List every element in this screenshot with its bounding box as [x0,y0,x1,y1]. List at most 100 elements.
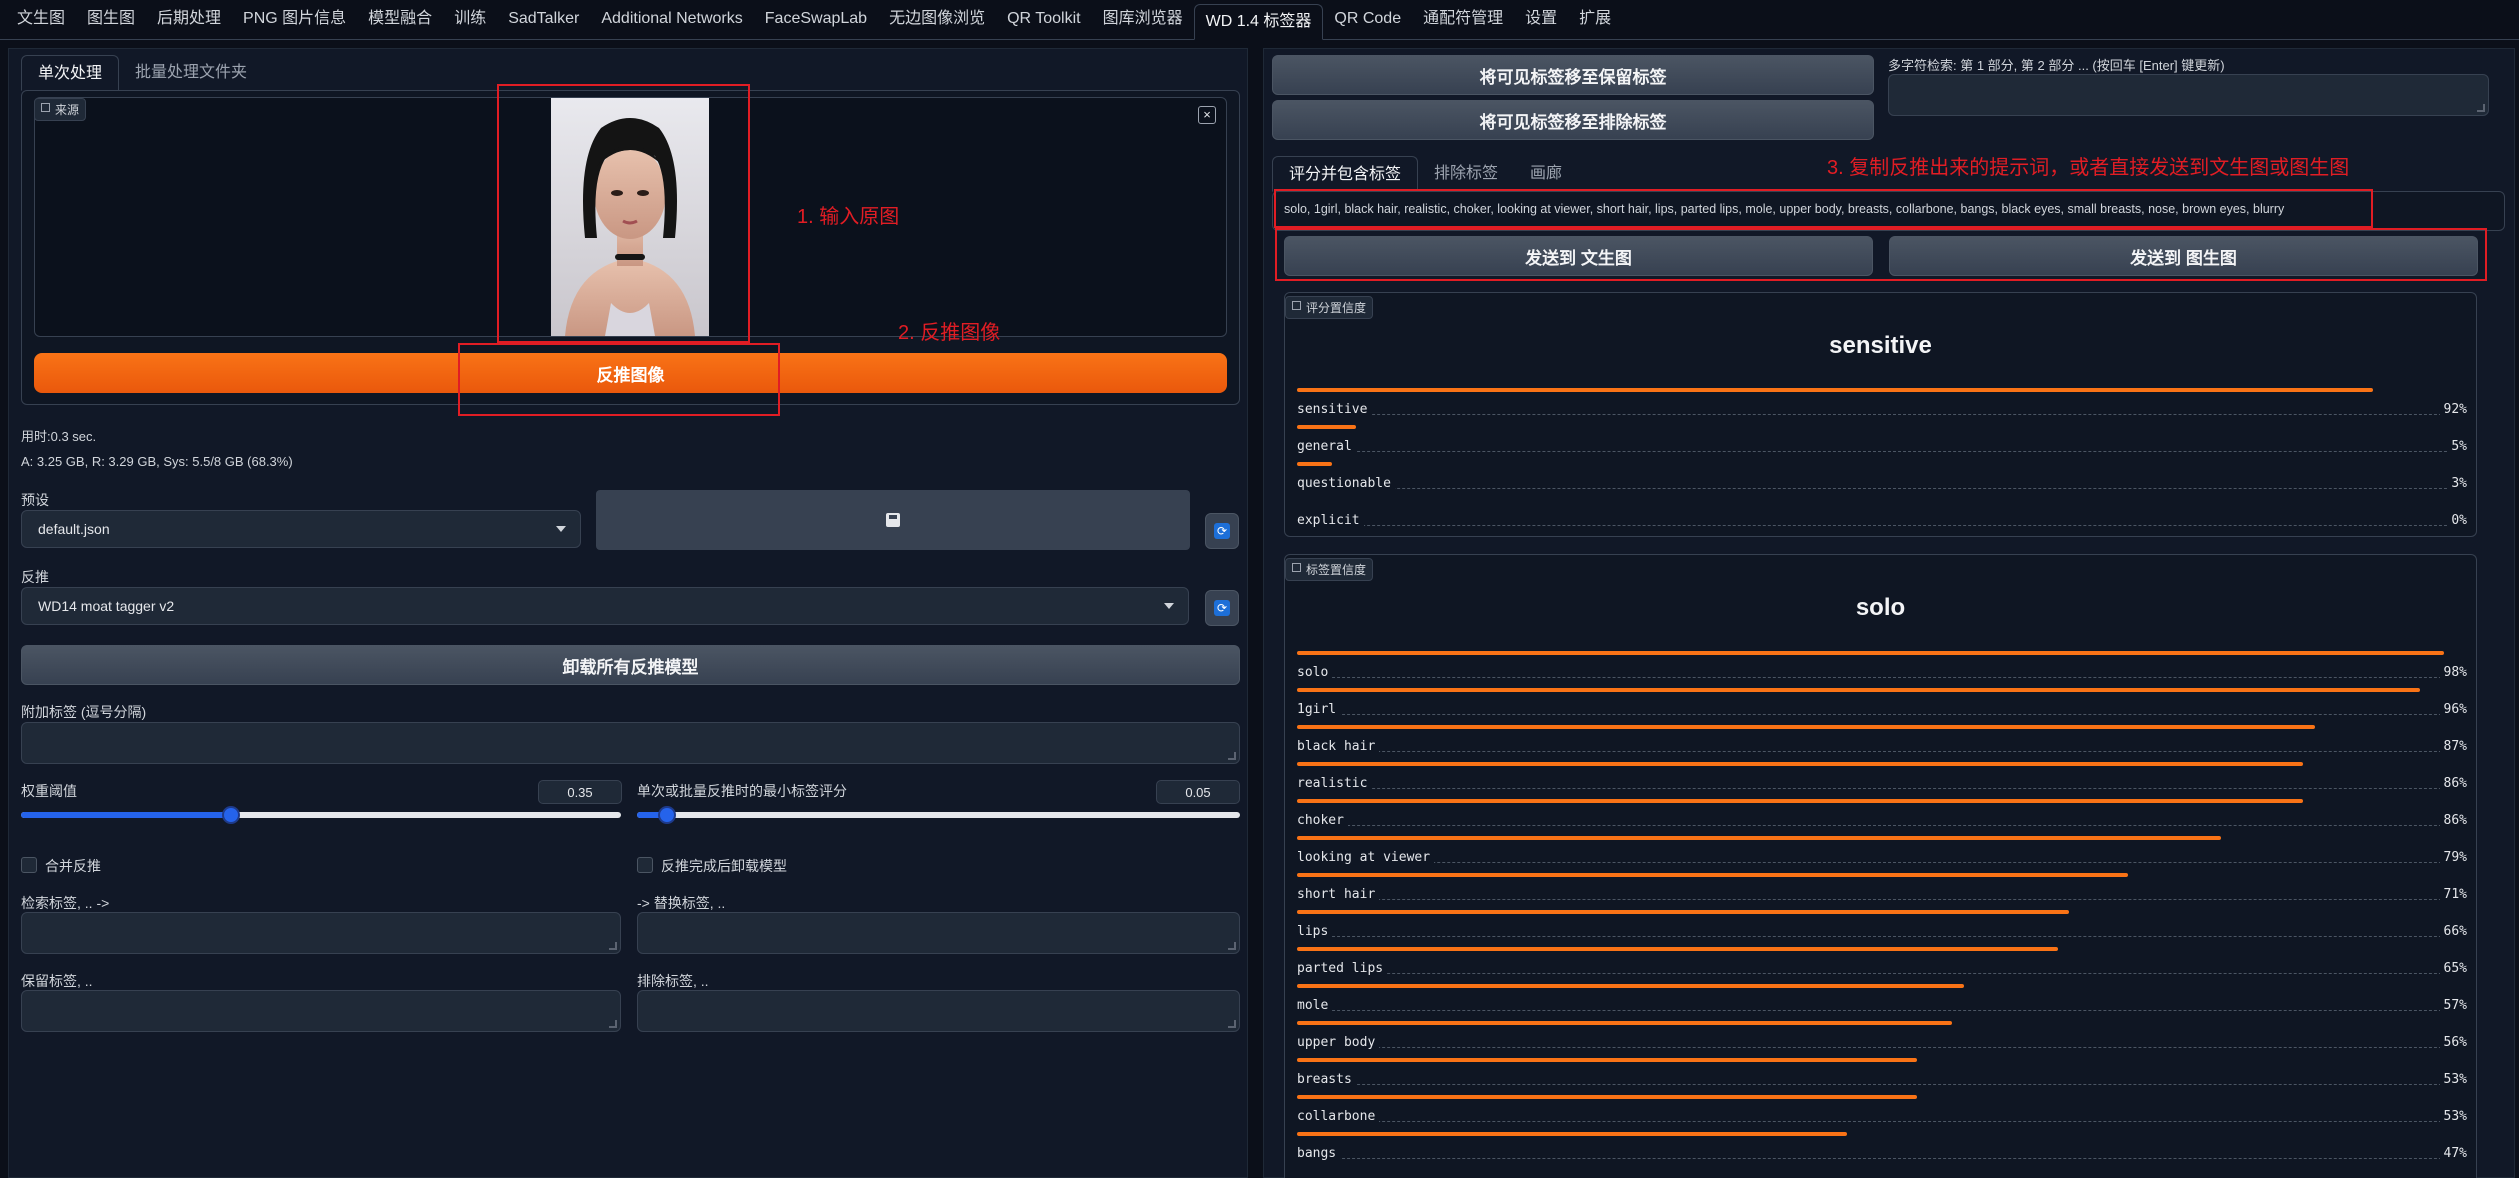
nav-tab[interactable]: QR Toolkit [996,0,1092,39]
tag-row: collarbone 53% [1297,1095,2467,1132]
resize-handle-icon[interactable] [1228,752,1236,760]
move-to-keep-button[interactable]: 将可见标签移至保留标签 [1272,55,1874,95]
leader-dots [1297,788,2467,789]
tag-row: bangs 47% [1297,1132,2467,1169]
interrogator-label: 反推 [21,569,49,585]
chart-icon [1292,301,1301,310]
chevron-down-icon [556,526,566,532]
tag-name: 1girl [1297,702,1341,717]
threshold-slider-thumb[interactable] [222,806,240,824]
unload-after-checkbox[interactable] [637,857,653,873]
tag-name: breasts [1297,1072,1356,1087]
tag-name: upper body [1297,1035,1380,1050]
leader-dots [1297,1121,2467,1122]
tag-bar [1297,1095,1918,1099]
nav-tab[interactable]: WD 1.4 标签器 [1193,4,1324,40]
refresh-preset-button[interactable]: ⟳ [1205,513,1239,549]
threshold-label: 权重阈值 [21,783,77,799]
nav-tab[interactable]: 后期处理 [146,0,232,39]
resize-handle-icon[interactable] [609,942,617,950]
move-to-exclude-button[interactable]: 将可见标签移至排除标签 [1272,100,1874,140]
nav-tab[interactable]: QR Code [1323,0,1412,39]
resize-handle-icon[interactable] [609,1020,617,1028]
nav-tab[interactable]: SadTalker [497,0,590,39]
tag-percent: 96% [2439,702,2467,717]
tag-name: lips [1297,924,1333,939]
nav-tab[interactable]: 训练 [443,0,497,39]
tag-percent: 71% [2439,887,2467,902]
refresh-icon: ⟳ [1214,523,1230,539]
nav-tab[interactable]: 扩展 [1568,0,1622,39]
tag-bar [1297,799,2304,803]
nav-tab[interactable]: 通配符管理 [1412,0,1514,39]
nav-tab[interactable]: 模型融合 [357,0,443,39]
refresh-interrogator-button[interactable]: ⟳ [1205,590,1239,626]
annotation-box-send [1275,228,2487,281]
tag-name: realistic [1297,776,1372,791]
tag-percent: 66% [2439,924,2467,939]
tag-bar [1297,836,2222,840]
leader-dots [1297,862,2467,863]
leader-dots [1297,714,2467,715]
rating-row: questionable 3% [1297,462,2467,499]
combine-label: 合并反推 [45,858,101,874]
min-score-input[interactable]: 0.05 [1156,780,1240,804]
rating-name: questionable [1297,476,1395,491]
resize-handle-icon[interactable] [1228,942,1236,950]
nav-tab[interactable]: 无边图像浏览 [878,0,996,39]
tab-gallery[interactable]: 画廊 [1514,156,1578,192]
multi-search-input[interactable] [1888,74,2489,116]
keep-tags-input[interactable] [21,990,621,1032]
leader-dots [1297,677,2467,678]
nav-tab[interactable]: 文生图 [6,0,76,39]
tag-bar [1297,984,1964,988]
replace-tags-input[interactable] [637,912,1240,954]
tag-percent: 87% [2439,739,2467,754]
min-score-label: 单次或批量反推时的最小标签评分 [637,783,847,799]
tag-row: mole 57% [1297,984,2467,1021]
exclude-tags-input[interactable] [637,990,1240,1032]
tag-percent: 98% [2439,665,2467,680]
rating-percent: 92% [2439,402,2467,417]
nav-tab[interactable]: PNG 图片信息 [232,0,357,39]
threshold-slider[interactable] [21,806,621,824]
rating-percent: 5% [2447,439,2467,454]
min-score-slider[interactable] [637,806,1240,824]
tab-single-process[interactable]: 单次处理 [21,55,120,91]
tag-bar [1297,1021,1953,1025]
tag-bar [1297,873,2128,877]
resize-handle-icon[interactable] [1228,1020,1236,1028]
additional-tags-input[interactable] [21,722,1240,764]
interrogator-value: WD14 moat tagger v2 [38,598,175,614]
combine-checkbox[interactable] [21,857,37,873]
tab-ratings-included[interactable]: 评分并包含标签 [1272,156,1419,192]
preset-select[interactable]: default.json [21,510,581,548]
close-icon[interactable]: × [1198,106,1216,124]
tag-bar [1297,910,2070,914]
rating-bar [1297,462,1333,466]
nav-tab[interactable]: FaceSwapLab [754,0,878,39]
tag-name: short hair [1297,887,1380,902]
tag-name: solo [1297,665,1333,680]
leader-dots [1297,451,2467,452]
nav-tab[interactable]: 设置 [1514,0,1568,39]
tag-percent: 79% [2439,850,2467,865]
search-tags-input[interactable] [21,912,621,954]
tab-batch-folder[interactable]: 批量处理文件夹 [119,55,263,91]
tag-name: looking at viewer [1297,850,1435,865]
nav-tab[interactable]: 图库浏览器 [1092,0,1194,39]
unload-models-button[interactable]: 卸载所有反推模型 [21,645,1240,685]
annotation-step1: 1. 输入原图 [797,206,900,228]
interrogator-select[interactable]: WD14 moat tagger v2 [21,587,1189,625]
nav-tab[interactable]: 图生图 [76,0,146,39]
resize-handle-icon[interactable] [2477,104,2485,112]
nav-tab[interactable]: Additional Networks [590,0,753,39]
save-preset-button[interactable] [596,490,1190,550]
chevron-down-icon [1164,603,1174,609]
preset-label: 预设 [21,492,49,508]
rating-percent: 0% [2447,513,2467,528]
tab-excluded-tags[interactable]: 排除标签 [1418,156,1514,192]
tag-name: collarbone [1297,1109,1380,1124]
rating-row: sensitive 92% [1297,388,2467,425]
threshold-input[interactable]: 0.35 [538,780,622,804]
